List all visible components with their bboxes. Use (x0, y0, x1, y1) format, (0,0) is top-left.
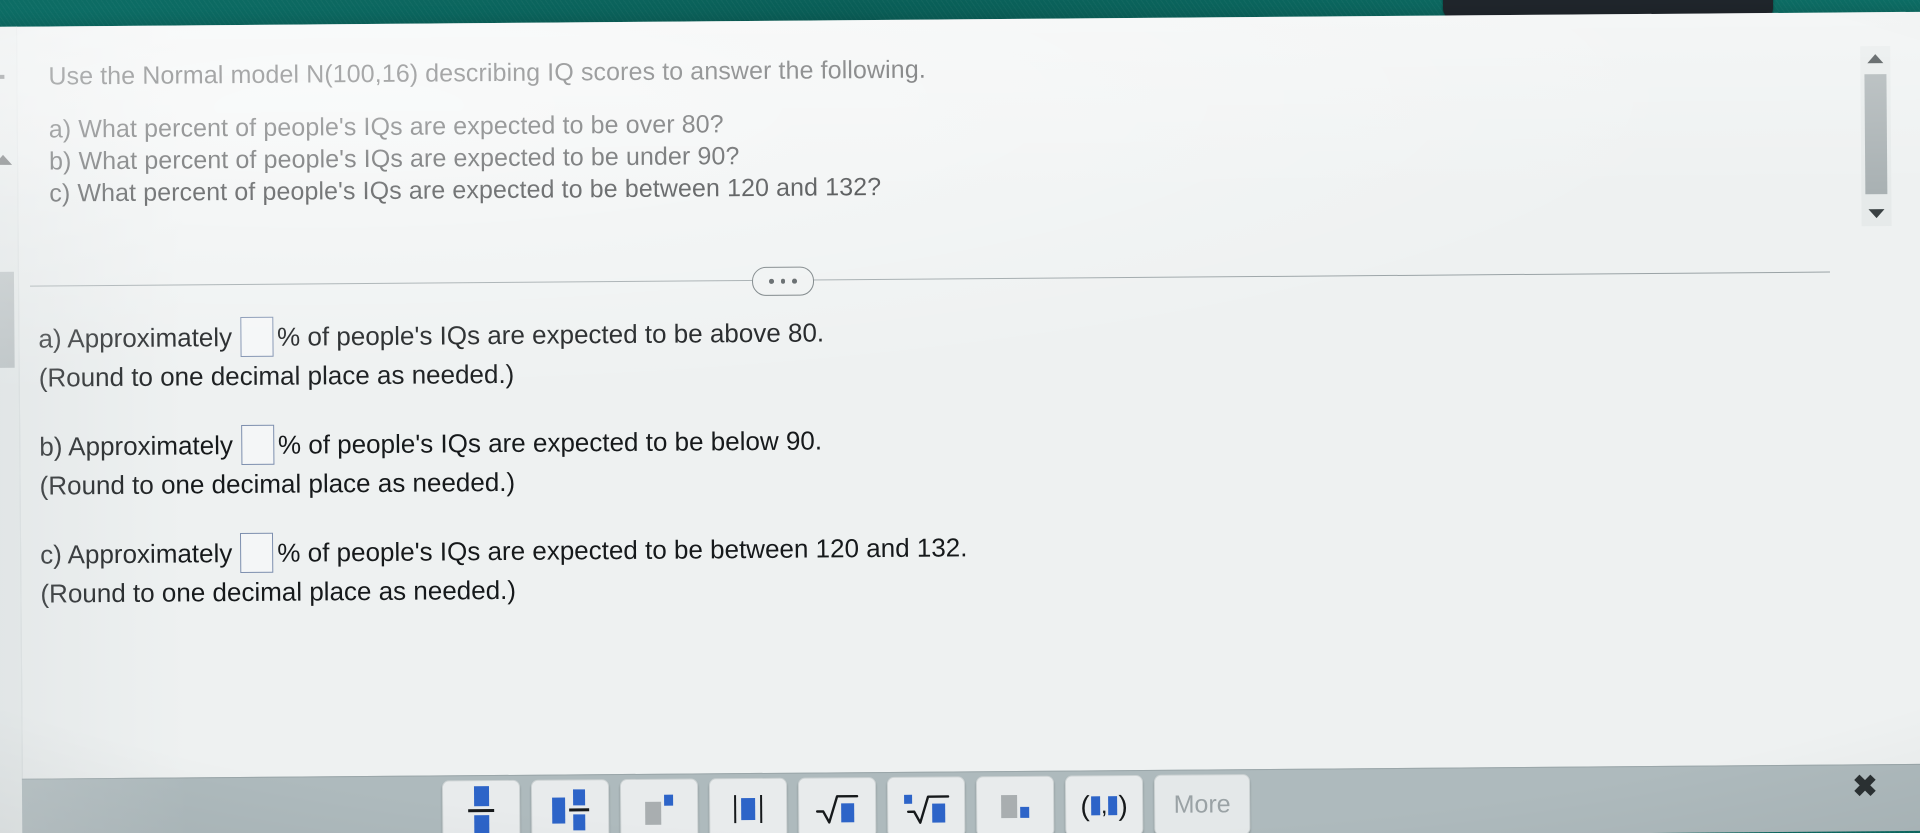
ordered-pair-button[interactable]: ( , ) (1064, 774, 1144, 833)
screenshot-root: Use the Normal model N(100,16) describin… (0, 0, 1920, 833)
answer-suffix-b: % of people's IQs are expected to be bel… (277, 425, 823, 460)
nth-root-icon (902, 790, 950, 824)
divider-line (30, 271, 1830, 287)
absolute-value-icon (734, 794, 763, 823)
answer-area: a) Approximately % of people's IQs are e… (38, 307, 1540, 643)
answer-block-b: b) Approximately % of people's IQs are e… (39, 415, 1540, 503)
ellipsis-dot (780, 278, 786, 284)
exponent-icon (645, 794, 674, 825)
close-icon[interactable]: ✖ (1850, 770, 1880, 803)
answer-prefix-c: c) Approximately (40, 538, 233, 570)
answer-block-a: a) Approximately % of people's IQs are e… (38, 307, 1539, 395)
mixed-number-icon (551, 789, 589, 831)
minimize-dash-icon (0, 74, 5, 79)
right-scrollbar[interactable] (1860, 46, 1892, 227)
scroll-up-icon[interactable] (0, 154, 13, 165)
answer-input-c[interactable] (240, 532, 274, 574)
right-scrollbar-thumb[interactable] (1864, 74, 1888, 195)
problem-statement: Use the Normal model N(100,16) describin… (48, 50, 1549, 211)
answer-input-a[interactable] (239, 316, 274, 358)
ellipsis-icon[interactable] (751, 266, 815, 297)
caret-down-icon[interactable] (1868, 209, 1885, 219)
absolute-value-button[interactable] (708, 777, 788, 833)
math-palette: ( , ) More (441, 774, 1251, 833)
answer-suffix-c: % of people's IQs are expected to be bet… (277, 532, 968, 568)
application-page: Use the Normal model N(100,16) describin… (0, 11, 1920, 833)
fraction-icon (468, 786, 495, 833)
fraction-button[interactable] (441, 779, 521, 833)
nth-root-button[interactable] (886, 776, 966, 833)
caret-up-icon[interactable] (1867, 54, 1884, 64)
subscript-button[interactable] (975, 775, 1055, 833)
answer-prefix-b: b) Approximately (39, 430, 234, 462)
answer-suffix-a: % of people's IQs are expected to be abo… (276, 317, 825, 352)
mixed-number-button[interactable] (530, 779, 610, 833)
left-scrollbar-thumb[interactable] (0, 271, 15, 368)
ordered-pair-icon: ( , ) (1080, 789, 1128, 821)
square-root-button[interactable] (797, 777, 877, 833)
ellipsis-dot (792, 278, 797, 284)
exponent-button[interactable] (619, 778, 699, 833)
answer-prefix-a: a) Approximately (38, 322, 233, 354)
square-root-icon (815, 792, 859, 824)
more-button[interactable]: More (1153, 774, 1251, 833)
ellipsis-dot (769, 279, 774, 284)
answer-block-c: c) Approximately % of people's IQs are e… (40, 523, 1541, 611)
subscript-icon (1001, 794, 1030, 819)
answer-input-b[interactable] (240, 424, 275, 466)
